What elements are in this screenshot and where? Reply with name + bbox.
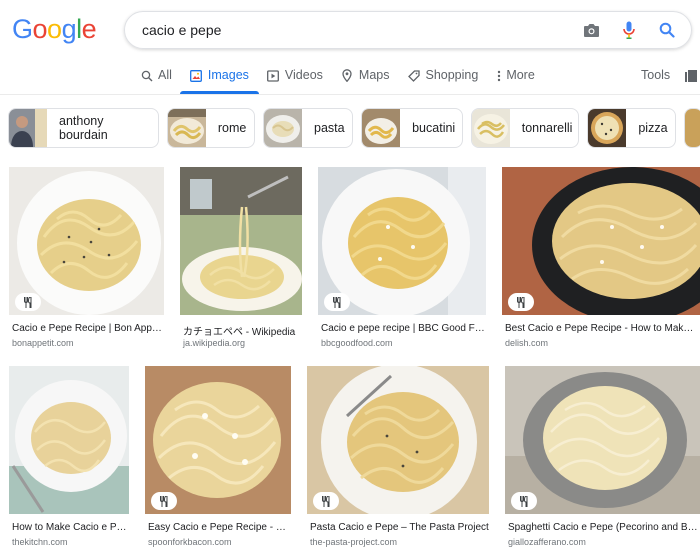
chip-more[interactable] [684,108,700,148]
image-result[interactable]: Easy Cacio e Pepe Recipe - only 4 ingred… [145,366,291,550]
header-divider [0,94,700,95]
tab-label: Images [207,68,249,82]
chip-rome[interactable]: rome [166,108,255,148]
result-title[interactable]: Cacio e pepe recipe | BBC Good Food [321,323,487,334]
search-input[interactable]: cacio e pepe [142,22,221,38]
chip-tonnarelli[interactable]: tonnarelli [470,108,580,148]
result-image [307,366,489,514]
result-image [9,366,129,514]
map-pin-icon [341,69,354,82]
tab-shopping[interactable]: Shopping [407,60,478,94]
result-source: delish.com [505,338,549,348]
image-result[interactable]: カチョエペペ - Wikipedia ja.wikipedia.org [180,167,302,351]
result-source: ja.wikipedia.org [183,338,246,348]
image-result[interactable]: Spaghetti Cacio e Pepe (Pecorino and Bla… [505,366,700,550]
chip-thumbnail [9,109,47,147]
recipe-badge [324,293,350,311]
result-title[interactable]: How to Make Cacio e Pepe [12,522,129,533]
tab-label: All [158,68,172,82]
recipe-badge [151,492,177,510]
result-source: thekitchn.com [12,537,68,547]
result-source: spoonforkbacon.com [148,537,232,547]
collections-icon[interactable] [684,69,698,83]
recipe-badge [511,492,537,510]
chip-label: rome [217,121,247,135]
chip-pizza[interactable]: pizza [587,108,677,148]
logo-letter: G [12,14,33,44]
chip-thumbnail [264,109,302,147]
chip-thumbnail [588,109,627,147]
image-result[interactable]: Best Cacio e Pepe Recipe - How to Make C… [502,167,700,351]
result-image [180,167,302,315]
play-icon [267,69,280,82]
tag-icon [407,69,420,82]
tab-label: More [506,68,535,82]
camera-icon[interactable] [581,20,601,40]
logo-letter: o [47,14,62,44]
result-title[interactable]: Easy Cacio e Pepe Recipe - only 4 ingred… [148,522,291,533]
image-result[interactable]: Pasta Cacio e Pepe – The Pasta Project t… [307,366,489,550]
logo-letter: g [61,14,77,44]
result-image [502,167,700,315]
logo-letter: e [81,14,97,44]
tab-all[interactable]: All [140,60,172,94]
chip-pasta[interactable]: pasta [263,108,354,148]
result-title[interactable]: Cacio e Pepe Recipe | Bon Appétit [12,323,164,334]
recipe-badge [313,492,339,510]
chip-bucatini[interactable]: bucatini [361,108,463,148]
result-title[interactable]: Spaghetti Cacio e Pepe (Pecorino and Bla… [508,522,698,533]
chip-label: pizza [638,121,668,135]
tab-images[interactable]: Images [179,60,259,94]
result-image [505,366,700,514]
chip-thumbnail [167,109,206,147]
result-source: giallozafferano.com [508,537,586,547]
tab-more[interactable]: More [496,60,535,94]
chip-anthony-bourdain[interactable]: anthony bourdain [8,108,159,148]
search-icon[interactable] [657,20,677,40]
chip-label: anthony bourdain [59,114,108,142]
result-title[interactable]: Pasta Cacio e Pepe – The Pasta Project [310,522,490,533]
related-chips: anthony bourdain rome pasta bucatini ton… [8,108,700,148]
search-icon [140,69,153,82]
chip-thumbnail [685,109,700,147]
tab-label: Videos [284,68,323,82]
tab-label: Shopping [425,68,479,82]
chip-thumbnail [471,109,510,147]
tab-maps[interactable]: Maps [341,60,390,94]
result-source: bonappetit.com [12,338,74,348]
tab-label: Maps [358,68,390,82]
result-title[interactable]: カチョエペペ - Wikipedia [183,323,303,338]
google-logo[interactable]: Google [12,14,97,45]
more-vert-icon [496,69,502,82]
chip-label: bucatini [412,121,456,135]
logo-letter: o [32,14,48,44]
result-title[interactable]: Best Cacio e Pepe Recipe - How to Make C… [505,323,697,334]
recipe-badge [15,293,41,311]
image-icon [190,69,203,82]
chip-label: tonnarelli [521,121,573,135]
search-box[interactable]: cacio e pepe [124,11,692,49]
chip-thumbnail [362,109,401,147]
microphone-icon[interactable] [619,20,639,40]
image-result[interactable]: How to Make Cacio e Pepe thekitchn.com [9,366,129,550]
tab-videos[interactable]: Videos [267,60,323,94]
image-result[interactable]: Cacio e Pepe Recipe | Bon Appétit bonapp… [9,167,164,351]
result-source: the-pasta-project.com [310,537,398,547]
image-result[interactable]: Cacio e pepe recipe | BBC Good Food bbcg… [318,167,487,351]
search-tabs: All Images Videos Maps Shopping More [140,60,553,94]
tools-button[interactable]: Tools [641,68,670,82]
recipe-badge [508,293,534,311]
result-source: bbcgoodfood.com [321,338,393,348]
chip-label: pasta [314,121,345,135]
